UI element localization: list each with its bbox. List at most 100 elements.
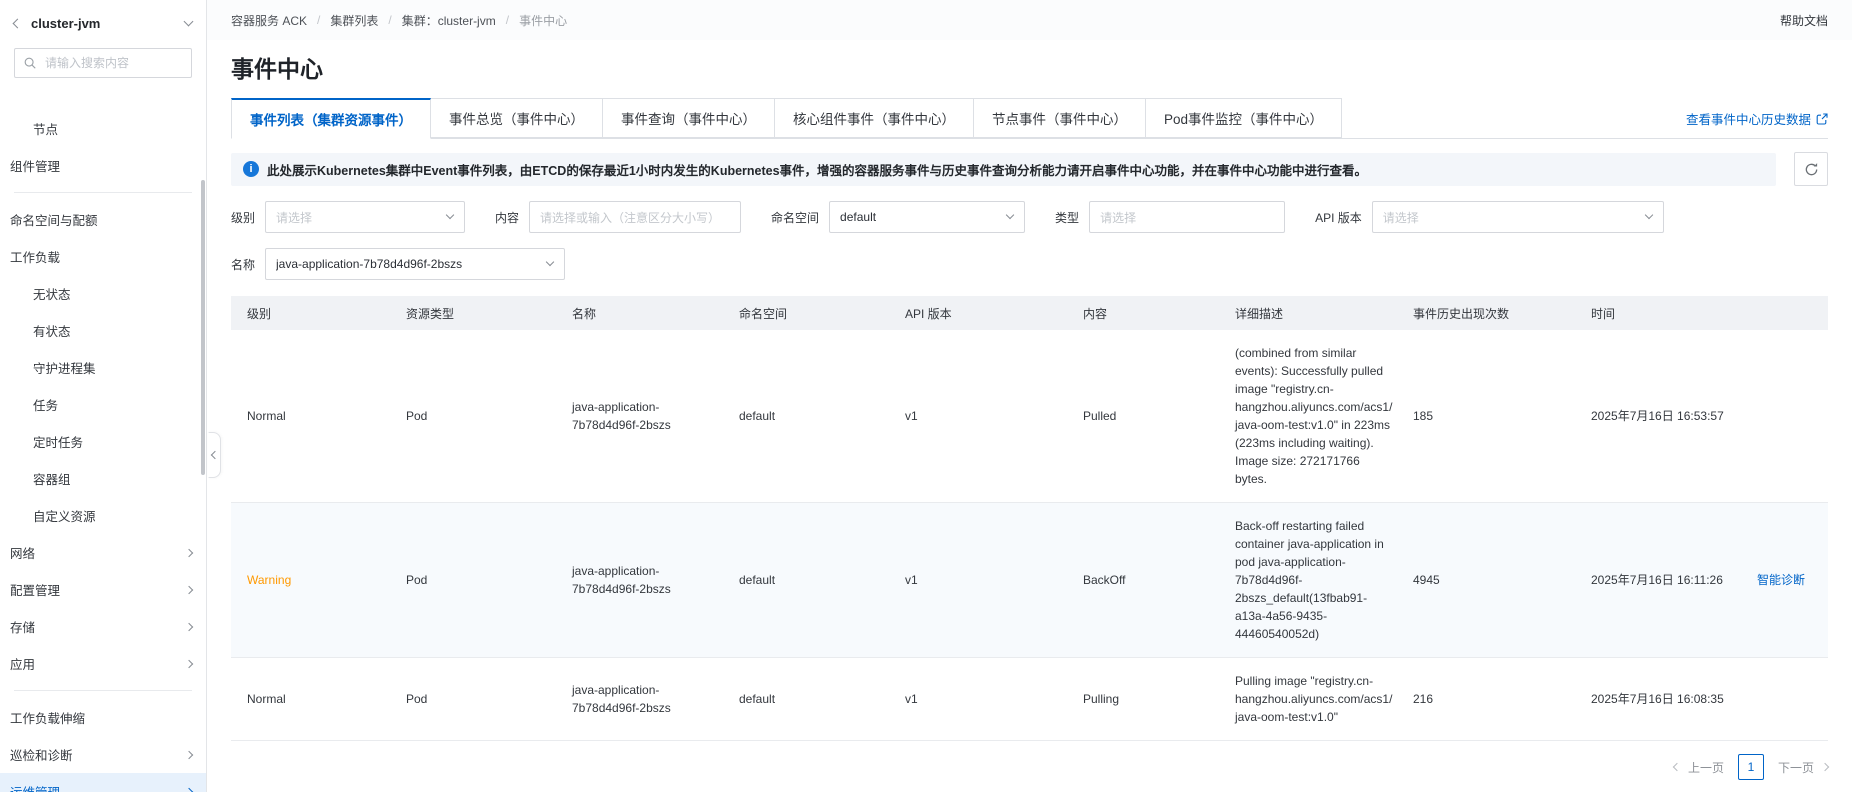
filter-group-content: 内容 请选择或输入（注意区分大小写） [495, 201, 742, 233]
cell-time: 2025年7月16日 16:08:35 [1591, 692, 1724, 706]
cell-namespace: default [739, 409, 776, 423]
header-cell: 资源类型 [406, 306, 455, 321]
sidebar-divider [14, 690, 192, 691]
sidebar-item-11[interactable]: 容器组 [0, 460, 206, 497]
cell-detail: (combined from similar events): Successf… [1235, 346, 1393, 486]
table-header: 级别 资源类型 名称 命名空间 API 版本 内容 详细描述 事件历史出现次数 时间 [231, 296, 1828, 330]
banner-row: i 此处展示Kubernetes集群中Event事件列表，由ETCD的保存最近1… [231, 152, 1828, 186]
sidebar-item-label: 定时任务 [33, 436, 84, 450]
sidebar-item-label: 存储 [10, 621, 36, 635]
filter-name-select[interactable]: java-application-7b78d4d96f-2bszs [265, 248, 566, 280]
tab-4[interactable]: 核心组件事件（事件中心） [775, 98, 974, 138]
back-icon[interactable] [12, 18, 23, 28]
sidebar-item-9[interactable]: 任务 [0, 386, 206, 423]
refresh-button[interactable] [1794, 152, 1828, 186]
filter-namespace-select[interactable]: default [829, 201, 1026, 233]
breadcrumb-item[interactable]: 容器服务 ACK [231, 12, 307, 29]
chevron-down-icon [1644, 210, 1653, 220]
sidebar-item-label: 工作负载伸缩 [10, 712, 86, 726]
breadcrumb-item[interactable]: 集群列表 [330, 12, 378, 29]
sidebar-item-7[interactable]: 有状态 [0, 312, 206, 349]
smart-diagnosis-link[interactable]: 智能诊断 [1757, 573, 1805, 587]
sidebar-item-label: 工作负载 [10, 251, 61, 265]
cell-namespace: default [739, 573, 776, 587]
tab-1[interactable]: 事件列表（集群资源事件） [231, 98, 431, 139]
history-data-link[interactable]: 查看事件中心历史数据 [1686, 109, 1828, 128]
chevron-right-icon [184, 659, 194, 668]
sidebar-item-label: 运维管理 [10, 782, 186, 792]
sidebar-item-20[interactable]: 运维管理 [0, 773, 206, 792]
next-page-button[interactable]: 下一页 [1778, 759, 1830, 776]
help-doc-link[interactable]: 帮助文档 [1780, 12, 1828, 29]
cell-api-version: v1 [905, 692, 918, 706]
tab-5[interactable]: 节点事件（事件中心） [974, 98, 1146, 138]
cell-name: java-application-7b78d4d96f-2bszs [572, 564, 671, 596]
sidebar-item-8[interactable]: 守护进程集 [0, 349, 206, 386]
tab-6[interactable]: Pod事件监控（事件中心） [1146, 98, 1343, 138]
filter-group-level: 级别 请选择 [231, 201, 466, 233]
chevron-right-icon [184, 787, 194, 792]
filter-value: default [840, 210, 877, 224]
cell-api-version: v1 [905, 409, 918, 423]
sidebar-item-19[interactable]: 巡检和诊断 [0, 736, 206, 773]
sidebar-item-2[interactable]: 组件管理 [0, 147, 206, 184]
sidebar-item-6[interactable]: 无状态 [0, 275, 206, 312]
breadcrumb-item: 事件中心 [519, 13, 568, 28]
sidebar-item-14[interactable]: 配置管理 [0, 571, 206, 608]
sidebar-item-label: 任务 [33, 399, 59, 413]
cell-level: Normal [247, 692, 286, 706]
sidebar-item-18[interactable]: 工作负载伸缩 [0, 699, 206, 736]
info-banner: i 此处展示Kubernetes集群中Event事件列表，由ETCD的保存最近1… [231, 152, 1776, 186]
cluster-switcher[interactable]: cluster-jvm [0, 0, 206, 46]
external-link-icon [1816, 112, 1828, 125]
sidebar-item-4[interactable]: 命名空间与配额 [0, 201, 206, 238]
header-cell: API 版本 [905, 306, 952, 321]
cell-count: 185 [1413, 409, 1434, 423]
cell-actions: 智能诊断 [1747, 557, 1828, 603]
filter-label: API 版本 [1315, 210, 1362, 225]
sidebar-nav: 节点 组件管理命名空间与配额 工作负载无状态有状态 守护进程集任务定时任务容器组 自定义… [0, 92, 206, 792]
header-cell: 内容 [1083, 306, 1108, 321]
breadcrumb: 容器服务 ACK / 集群列表 / 集群：cluster-jvm / 事件中心 [231, 12, 567, 29]
prev-page-button[interactable]: 上一页 [1672, 759, 1724, 776]
filter-level-select[interactable]: 请选择 [265, 201, 466, 233]
chevron-down-icon[interactable] [183, 16, 194, 27]
collapse-sidebar-handle[interactable] [208, 432, 221, 478]
sidebar-scrollbar[interactable] [201, 180, 205, 475]
sidebar-item-12[interactable]: 自定义资源 [0, 497, 206, 534]
cell-count: 216 [1413, 692, 1434, 706]
sidebar-item-5[interactable]: 工作负载 [0, 238, 206, 275]
tab-2[interactable]: 事件总览（事件中心） [431, 98, 603, 138]
sidebar-item-13[interactable]: 网络 [0, 534, 206, 571]
filter-group-type: 类型 请选择 [1055, 201, 1286, 233]
sidebar-item-label: 无状态 [33, 288, 71, 302]
topbar: 容器服务 ACK / 集群列表 / 集群：cluster-jvm / 事件中心 帮助文档 [207, 0, 1852, 40]
tab-label: 事件查询（事件中心） [621, 112, 756, 127]
header-cell: 详细描述 [1235, 306, 1284, 321]
filter-type-input[interactable]: 请选择 [1089, 201, 1286, 233]
filter-api-version-select[interactable]: 请选择 [1371, 201, 1664, 233]
sidebar-item-label: 配置管理 [10, 584, 61, 598]
sidebar-item-1[interactable]: 节点 [0, 110, 206, 147]
sidebar-item-label: 命名空间与配额 [10, 214, 98, 228]
search-icon [23, 56, 37, 75]
chevron-right-icon [184, 750, 194, 759]
search-input[interactable] [14, 48, 192, 78]
sidebar-item-16[interactable]: 应用 [0, 645, 206, 682]
chevron-right-icon [184, 622, 194, 631]
page-title: 事件中心 [231, 56, 323, 82]
filter-content-input[interactable]: 请选择或输入（注意区分大小写） [529, 201, 742, 233]
filter-placeholder: 请选择 [276, 210, 313, 225]
tab-label: Pod事件监控（事件中心） [1164, 112, 1324, 127]
breadcrumb-separator: / [317, 13, 321, 27]
filter-label: 命名空间 [771, 210, 820, 225]
filter-group-api-version: API 版本 请选择 [1315, 201, 1664, 233]
table-row: Normal Pod java-application-7b78d4d96f-2bs… [231, 330, 1828, 503]
sidebar-item-10[interactable]: 定时任务 [0, 423, 206, 460]
breadcrumb-item[interactable]: 集群：cluster-jvm [402, 12, 496, 29]
filter-placeholder: 请选择或输入（注意区分大小写） [540, 210, 721, 225]
tab-3[interactable]: 事件查询（事件中心） [603, 98, 775, 138]
sidebar-item-15[interactable]: 存储 [0, 608, 206, 645]
current-page[interactable]: 1 [1737, 754, 1764, 780]
filter-group-name: 名称 java-application-7b78d4d96f-2bszs [231, 248, 566, 280]
